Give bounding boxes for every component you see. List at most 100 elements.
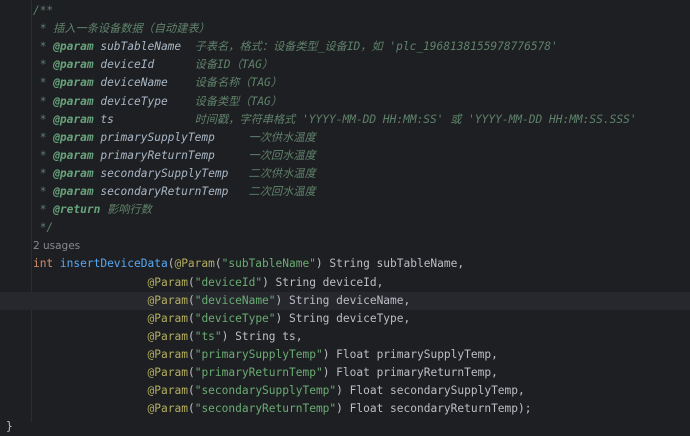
token: ) Float secondarySupplyTemp, [336, 384, 525, 398]
token: * [39, 185, 54, 198]
token: @Param [147, 384, 188, 398]
token: ( [187, 293, 195, 307]
code-line: @Param("secondaryReturnTemp") Float seco… [148, 400, 532, 418]
code-line: * 插入一条设备数据（自动建表） [40, 20, 210, 38]
code-line: @Param("primarySupplyTemp") Float primar… [148, 346, 498, 364]
token: "subTableName" [221, 257, 316, 271]
code-editor[interactable]: /** * 插入一条设备数据（自动建表） * @param subTableName… [0, 0, 690, 433]
token: @param [53, 40, 94, 54]
token: 设备类型（TAG） [194, 94, 282, 108]
token: @param [53, 166, 94, 180]
token: primarySupplyTemp [93, 130, 249, 144]
token: @param [53, 94, 94, 108]
token: * [39, 58, 54, 72]
token: * [39, 148, 54, 162]
token: ) String deviceName, [275, 293, 411, 307]
code-line: /** [33, 2, 53, 20]
token: ( [187, 366, 195, 379]
token: @Param [147, 311, 188, 325]
token: primaryReturnTemp [93, 148, 249, 162]
token: ) Float primaryReturnTemp, [322, 366, 498, 379]
token: 设备ID（TAG） [194, 58, 274, 72]
token: "ts" [194, 329, 222, 343]
token: @Param [147, 329, 188, 343]
token: ( [187, 275, 195, 289]
code-line: @Param("deviceName") String deviceName, [148, 292, 411, 310]
token: 设备名称（TAG） [194, 76, 282, 90]
token: ( [187, 329, 195, 343]
token: "secondarySupplyTemp" [194, 384, 337, 398]
token: @Param [174, 257, 215, 271]
code-line: * @param secondarySupplyTemp 二次供水温度 [40, 165, 316, 183]
token: subTableName [93, 40, 195, 54]
token: ) String subTableName, [315, 257, 465, 271]
token: @param [53, 76, 94, 90]
token: "primarySupplyTemp" [194, 347, 323, 361]
token: ) String deviceId, [262, 275, 384, 289]
token: @param [53, 58, 94, 72]
token: * [39, 166, 54, 180]
token: "deviceType" [194, 311, 276, 325]
token: */ [39, 221, 54, 235]
token: 时间戳，字符串格式 'YYYY-MM-DD HH:MM:SS' 或 'YYYY-… [194, 112, 637, 126]
token: "secondaryReturnTemp" [194, 402, 337, 416]
token: insertDeviceData [59, 257, 168, 271]
token: * [39, 112, 54, 126]
token: @Param [147, 293, 188, 307]
token: ( [187, 347, 195, 361]
code-line: int insertDeviceData(@Param("subTableNam… [33, 255, 464, 273]
token: deviceId [93, 58, 195, 72]
code-line: * @return 影响行数 [40, 201, 152, 219]
token: ) Float secondaryReturnTemp); [336, 402, 532, 416]
code-line: @Param("ts") String ts, [148, 328, 303, 346]
token: deviceName [93, 76, 195, 90]
token: ) String ts, [221, 329, 303, 343]
code-line: */ [40, 219, 53, 237]
token: @Param [147, 402, 188, 416]
token: } [6, 420, 13, 434]
token: ( [187, 402, 195, 416]
token: @Param [147, 275, 188, 289]
token: * [39, 203, 54, 217]
token: 2 usages [32, 240, 81, 253]
token: 影响行数 [100, 203, 152, 217]
token: @Param [147, 366, 188, 379]
code-line: @Param("primaryReturnTemp") Float primar… [148, 364, 498, 382]
token: @param [53, 130, 94, 144]
code-line: * @param subTableName 子表名，格式：设备类型_设备ID，如… [40, 38, 558, 56]
token: * [39, 76, 54, 90]
token: secondaryReturnTemp [93, 185, 249, 198]
code-line: * @param primaryReturnTemp 一次回水温度 [40, 147, 316, 165]
token: * [39, 130, 54, 144]
code-line: @Param("deviceId") String deviceId, [148, 274, 384, 292]
token: /** [32, 4, 54, 17]
token: @param [53, 112, 94, 126]
token: * [39, 94, 54, 108]
code-line: @Param("deviceType") String deviceType, [148, 310, 411, 328]
token: ts [93, 112, 195, 126]
token: 二次供水温度 [248, 166, 316, 180]
token: int [32, 257, 54, 271]
usages-hint[interactable]: 2 usages [33, 237, 80, 255]
token: ( [187, 384, 195, 398]
token: 子表名，格式：设备类型_设备ID，如 'plc_1968138155978776… [194, 40, 558, 54]
token: ) Float primarySupplyTemp, [322, 347, 498, 361]
token: @param [53, 185, 94, 198]
code-line: * @param deviceName 设备名称（TAG） [40, 74, 282, 92]
code-line: * @param secondaryReturnTemp 二次回水温度 [40, 183, 316, 201]
indent-guide [31, 0, 32, 422]
token: 二次回水温度 [248, 185, 316, 198]
code-line: * @param deviceType 设备类型（TAG） [40, 93, 282, 111]
code-line: * @param deviceId 设备ID（TAG） [40, 56, 273, 74]
code-line: * @param primarySupplyTemp 一次供水温度 [40, 129, 316, 147]
token: @param [53, 148, 94, 162]
code-line: * @param ts 时间戳，字符串格式 'YYYY-MM-DD HH:MM:… [40, 111, 637, 129]
code-line: } [6, 418, 13, 436]
token: @Param [147, 347, 188, 361]
token: "primaryReturnTemp" [194, 366, 323, 379]
token: secondarySupplyTemp [93, 166, 249, 180]
token: 一次回水温度 [248, 148, 316, 162]
token: deviceType [93, 94, 195, 108]
token: "deviceName" [194, 293, 276, 307]
